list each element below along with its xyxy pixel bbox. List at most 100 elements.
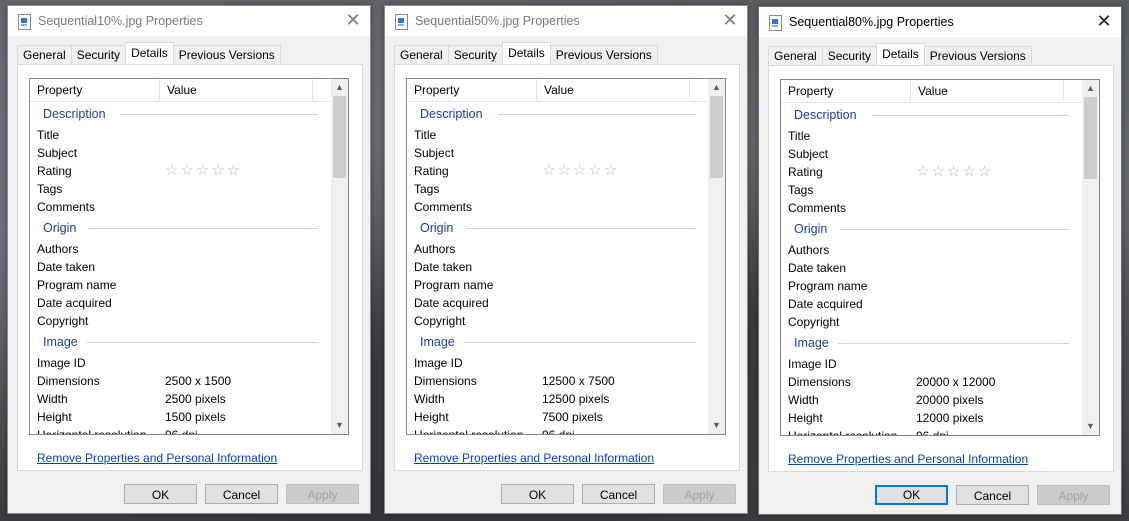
- property-row-date-taken[interactable]: Date taken: [30, 258, 330, 276]
- remove-properties-link[interactable]: Remove Properties and Personal Informati…: [37, 451, 277, 465]
- column-header-property[interactable]: Property: [781, 80, 911, 102]
- ok-button[interactable]: OK: [124, 484, 197, 504]
- properties-list[interactable]: Property Value Description Title Subject…: [29, 78, 349, 435]
- apply-button[interactable]: Apply: [286, 484, 359, 504]
- property-row-copyright[interactable]: Copyright: [407, 312, 707, 330]
- cancel-button[interactable]: Cancel: [582, 484, 655, 504]
- property-row-image-id[interactable]: Image ID: [781, 355, 1081, 373]
- tab-general[interactable]: General: [394, 45, 449, 64]
- property-row-tags[interactable]: Tags: [781, 181, 1081, 199]
- cancel-button[interactable]: Cancel: [205, 484, 278, 504]
- property-row-authors[interactable]: Authors: [30, 240, 330, 258]
- property-row-comments[interactable]: Comments: [407, 198, 707, 216]
- property-row-rating[interactable]: Rating ☆☆☆☆☆: [781, 163, 1081, 181]
- property-row-horizontal-resolution[interactable]: Horizontal resolution 96 dpi: [407, 426, 707, 434]
- tab-details[interactable]: Details: [876, 43, 925, 65]
- property-row-authors[interactable]: Authors: [407, 240, 707, 258]
- tab-details[interactable]: Details: [125, 42, 174, 64]
- close-button[interactable]: ✕: [1093, 10, 1115, 32]
- property-row-date-taken[interactable]: Date taken: [781, 259, 1081, 277]
- property-row-subject[interactable]: Subject: [781, 145, 1081, 163]
- cancel-button[interactable]: Cancel: [956, 485, 1029, 505]
- property-row-subject[interactable]: Subject: [407, 144, 707, 162]
- property-row-width[interactable]: Width 2500 pixels: [30, 390, 330, 408]
- property-row-subject[interactable]: Subject: [30, 144, 330, 162]
- property-row-dimensions[interactable]: Dimensions 2500 x 1500: [30, 372, 330, 390]
- property-row-height[interactable]: Height 12000 pixels: [781, 409, 1081, 427]
- vertical-scrollbar[interactable]: ▲ ▼: [708, 79, 725, 434]
- scroll-up-arrow-icon[interactable]: ▲: [1082, 80, 1099, 97]
- scroll-up-arrow-icon[interactable]: ▲: [331, 79, 348, 96]
- apply-button[interactable]: Apply: [663, 484, 736, 504]
- property-row-date-acquired[interactable]: Date acquired: [781, 295, 1081, 313]
- column-header-property[interactable]: Property: [407, 79, 537, 101]
- property-row-program-name[interactable]: Program name: [407, 276, 707, 294]
- scroll-down-arrow-icon[interactable]: ▼: [1082, 418, 1099, 435]
- property-row-title[interactable]: Title: [30, 126, 330, 144]
- column-header-property[interactable]: Property: [30, 79, 160, 101]
- scrollbar-thumb[interactable]: [333, 96, 346, 178]
- property-row-tags[interactable]: Tags: [30, 180, 330, 198]
- apply-button[interactable]: Apply: [1037, 485, 1110, 505]
- property-row-comments[interactable]: Comments: [781, 199, 1081, 217]
- tab-security[interactable]: Security: [447, 45, 504, 64]
- property-row-image-id[interactable]: Image ID: [30, 354, 330, 372]
- vertical-scrollbar[interactable]: ▲ ▼: [331, 79, 348, 434]
- ok-button[interactable]: OK: [875, 485, 948, 505]
- properties-dialog-3: Sequential80%.jpg Properties ✕ General S…: [758, 6, 1122, 515]
- rating-stars[interactable]: ☆☆☆☆☆: [542, 162, 619, 180]
- property-row-rating[interactable]: Rating ☆☆☆☆☆: [407, 162, 707, 180]
- column-header-value[interactable]: Value: [160, 79, 313, 101]
- property-row-title[interactable]: Title: [781, 127, 1081, 145]
- column-header-value[interactable]: Value: [911, 80, 1064, 102]
- column-header-value[interactable]: Value: [537, 79, 690, 101]
- property-row-rating[interactable]: Rating ☆☆☆☆☆: [30, 162, 330, 180]
- title-bar[interactable]: Sequential10%.jpg Properties ✕: [8, 6, 370, 36]
- tab-general[interactable]: General: [768, 46, 823, 65]
- scrollbar-thumb[interactable]: [710, 96, 723, 178]
- scroll-up-arrow-icon[interactable]: ▲: [708, 79, 725, 96]
- property-row-copyright[interactable]: Copyright: [30, 312, 330, 330]
- property-row-image-id[interactable]: Image ID: [407, 354, 707, 372]
- close-button[interactable]: ✕: [342, 9, 364, 31]
- property-row-title[interactable]: Title: [407, 126, 707, 144]
- tab-previous-versions[interactable]: Previous Versions: [549, 45, 658, 64]
- title-bar[interactable]: Sequential50%.jpg Properties ✕: [385, 6, 747, 36]
- property-row-height[interactable]: Height 7500 pixels: [407, 408, 707, 426]
- property-row-copyright[interactable]: Copyright: [781, 313, 1081, 331]
- scroll-down-arrow-icon[interactable]: ▼: [331, 417, 348, 434]
- property-row-dimensions[interactable]: Dimensions 20000 x 12000: [781, 373, 1081, 391]
- property-row-dimensions[interactable]: Dimensions 12500 x 7500: [407, 372, 707, 390]
- vertical-scrollbar[interactable]: ▲ ▼: [1082, 80, 1099, 435]
- property-row-horizontal-resolution[interactable]: Horizontal resolution 96 dpi: [30, 426, 330, 434]
- scroll-down-arrow-icon[interactable]: ▼: [708, 417, 725, 434]
- property-row-horizontal-resolution[interactable]: Horizontal resolution 96 dpi: [781, 427, 1081, 435]
- close-button[interactable]: ✕: [719, 9, 741, 31]
- property-row-tags[interactable]: Tags: [407, 180, 707, 198]
- tab-general[interactable]: General: [17, 45, 72, 64]
- ok-button[interactable]: OK: [501, 484, 574, 504]
- property-row-width[interactable]: Width 12500 pixels: [407, 390, 707, 408]
- tab-details[interactable]: Details: [502, 42, 551, 64]
- property-row-comments[interactable]: Comments: [30, 198, 330, 216]
- tab-security[interactable]: Security: [821, 46, 878, 65]
- rating-stars[interactable]: ☆☆☆☆☆: [916, 163, 993, 181]
- property-row-program-name[interactable]: Program name: [30, 276, 330, 294]
- properties-list[interactable]: Property Value Description Title Subject…: [780, 79, 1100, 436]
- property-row-program-name[interactable]: Program name: [781, 277, 1081, 295]
- tab-previous-versions[interactable]: Previous Versions: [172, 45, 281, 64]
- tab-previous-versions[interactable]: Previous Versions: [923, 46, 1032, 65]
- properties-list[interactable]: Property Value Description Title Subject…: [406, 78, 726, 435]
- scrollbar-thumb[interactable]: [1084, 97, 1097, 179]
- property-row-date-acquired[interactable]: Date acquired: [30, 294, 330, 312]
- remove-properties-link[interactable]: Remove Properties and Personal Informati…: [414, 451, 654, 465]
- property-row-width[interactable]: Width 20000 pixels: [781, 391, 1081, 409]
- property-row-date-acquired[interactable]: Date acquired: [407, 294, 707, 312]
- property-row-authors[interactable]: Authors: [781, 241, 1081, 259]
- property-row-height[interactable]: Height 1500 pixels: [30, 408, 330, 426]
- tab-security[interactable]: Security: [70, 45, 127, 64]
- title-bar[interactable]: Sequential80%.jpg Properties ✕: [759, 7, 1121, 37]
- property-row-date-taken[interactable]: Date taken: [407, 258, 707, 276]
- remove-properties-link[interactable]: Remove Properties and Personal Informati…: [788, 452, 1028, 466]
- rating-stars[interactable]: ☆☆☆☆☆: [165, 162, 242, 180]
